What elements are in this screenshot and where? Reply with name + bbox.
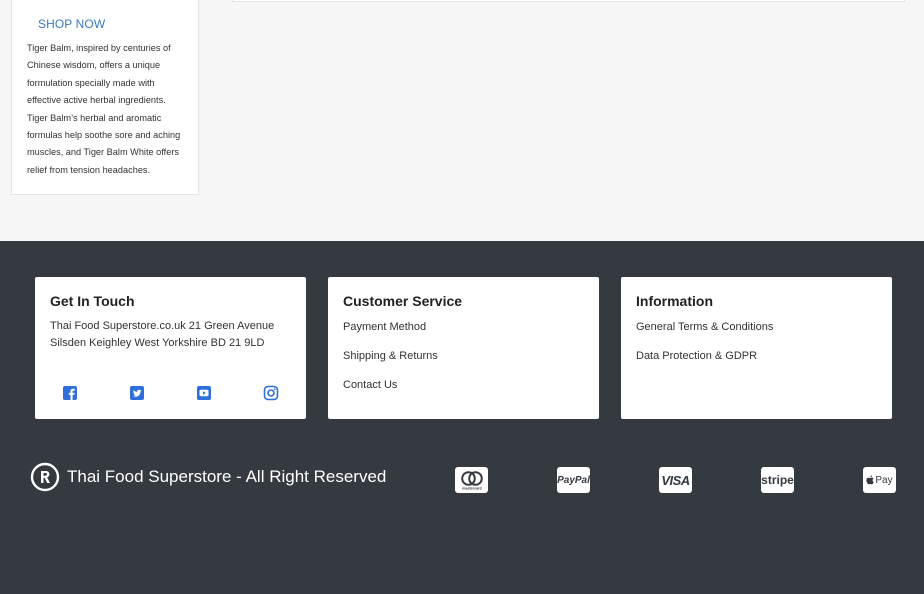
apple-pay-label: Pay: [875, 474, 893, 486]
stripe-icon: stripe: [761, 467, 794, 493]
get-in-touch-title: Get In Touch: [50, 293, 135, 309]
payment-method-link[interactable]: Payment Method: [343, 321, 426, 333]
visa-icon: VISA: [659, 467, 692, 493]
contact-us-link[interactable]: Contact Us: [343, 379, 397, 391]
instagram-icon[interactable]: [263, 385, 279, 401]
content-panel: [232, 0, 905, 2]
terms-conditions-link[interactable]: General Terms & Conditions: [636, 321, 773, 333]
registered-icon: [30, 462, 60, 492]
visa-label: VISA: [661, 472, 690, 488]
store-address: Thai Food Superstore.co.uk 21 Green Aven…: [50, 320, 275, 349]
product-promo-card: SHOP NOW Tiger Balm, inspired by centuri…: [11, 0, 199, 195]
information-card: Information General Terms & Conditions D…: [621, 277, 892, 419]
paypal-label: PayPal: [557, 474, 590, 486]
mastercard-label: mastercard: [462, 487, 481, 491]
data-protection-link[interactable]: Data Protection & GDPR: [636, 350, 757, 362]
mastercard-icon: mastercard: [455, 467, 488, 493]
shop-now-link[interactable]: SHOP NOW: [38, 17, 105, 31]
get-in-touch-card: Get In Touch Thai Food Superstore.co.uk …: [35, 277, 306, 419]
copyright-text: Thai Food Superstore - All Right Reserve…: [67, 467, 387, 486]
information-title: Information: [636, 293, 713, 309]
site-footer: Get In Touch Thai Food Superstore.co.uk …: [0, 241, 924, 594]
customer-service-title: Customer Service: [343, 293, 463, 309]
apple-pay-icon: Pay: [863, 467, 896, 493]
paypal-icon: PayPal: [557, 467, 590, 493]
copyright-notice: Thai Food Superstore - All Right Reserve…: [30, 461, 386, 493]
facebook-icon[interactable]: [62, 385, 78, 401]
promo-description: Tiger Balm, inspired by centuries of Chi…: [27, 43, 181, 175]
customer-service-card: Customer Service Payment Method Shipping…: [328, 277, 599, 419]
twitter-icon[interactable]: [129, 385, 145, 401]
stripe-label: stripe: [761, 473, 794, 487]
youtube-icon[interactable]: [196, 385, 212, 401]
shipping-returns-link[interactable]: Shipping & Returns: [343, 350, 438, 362]
